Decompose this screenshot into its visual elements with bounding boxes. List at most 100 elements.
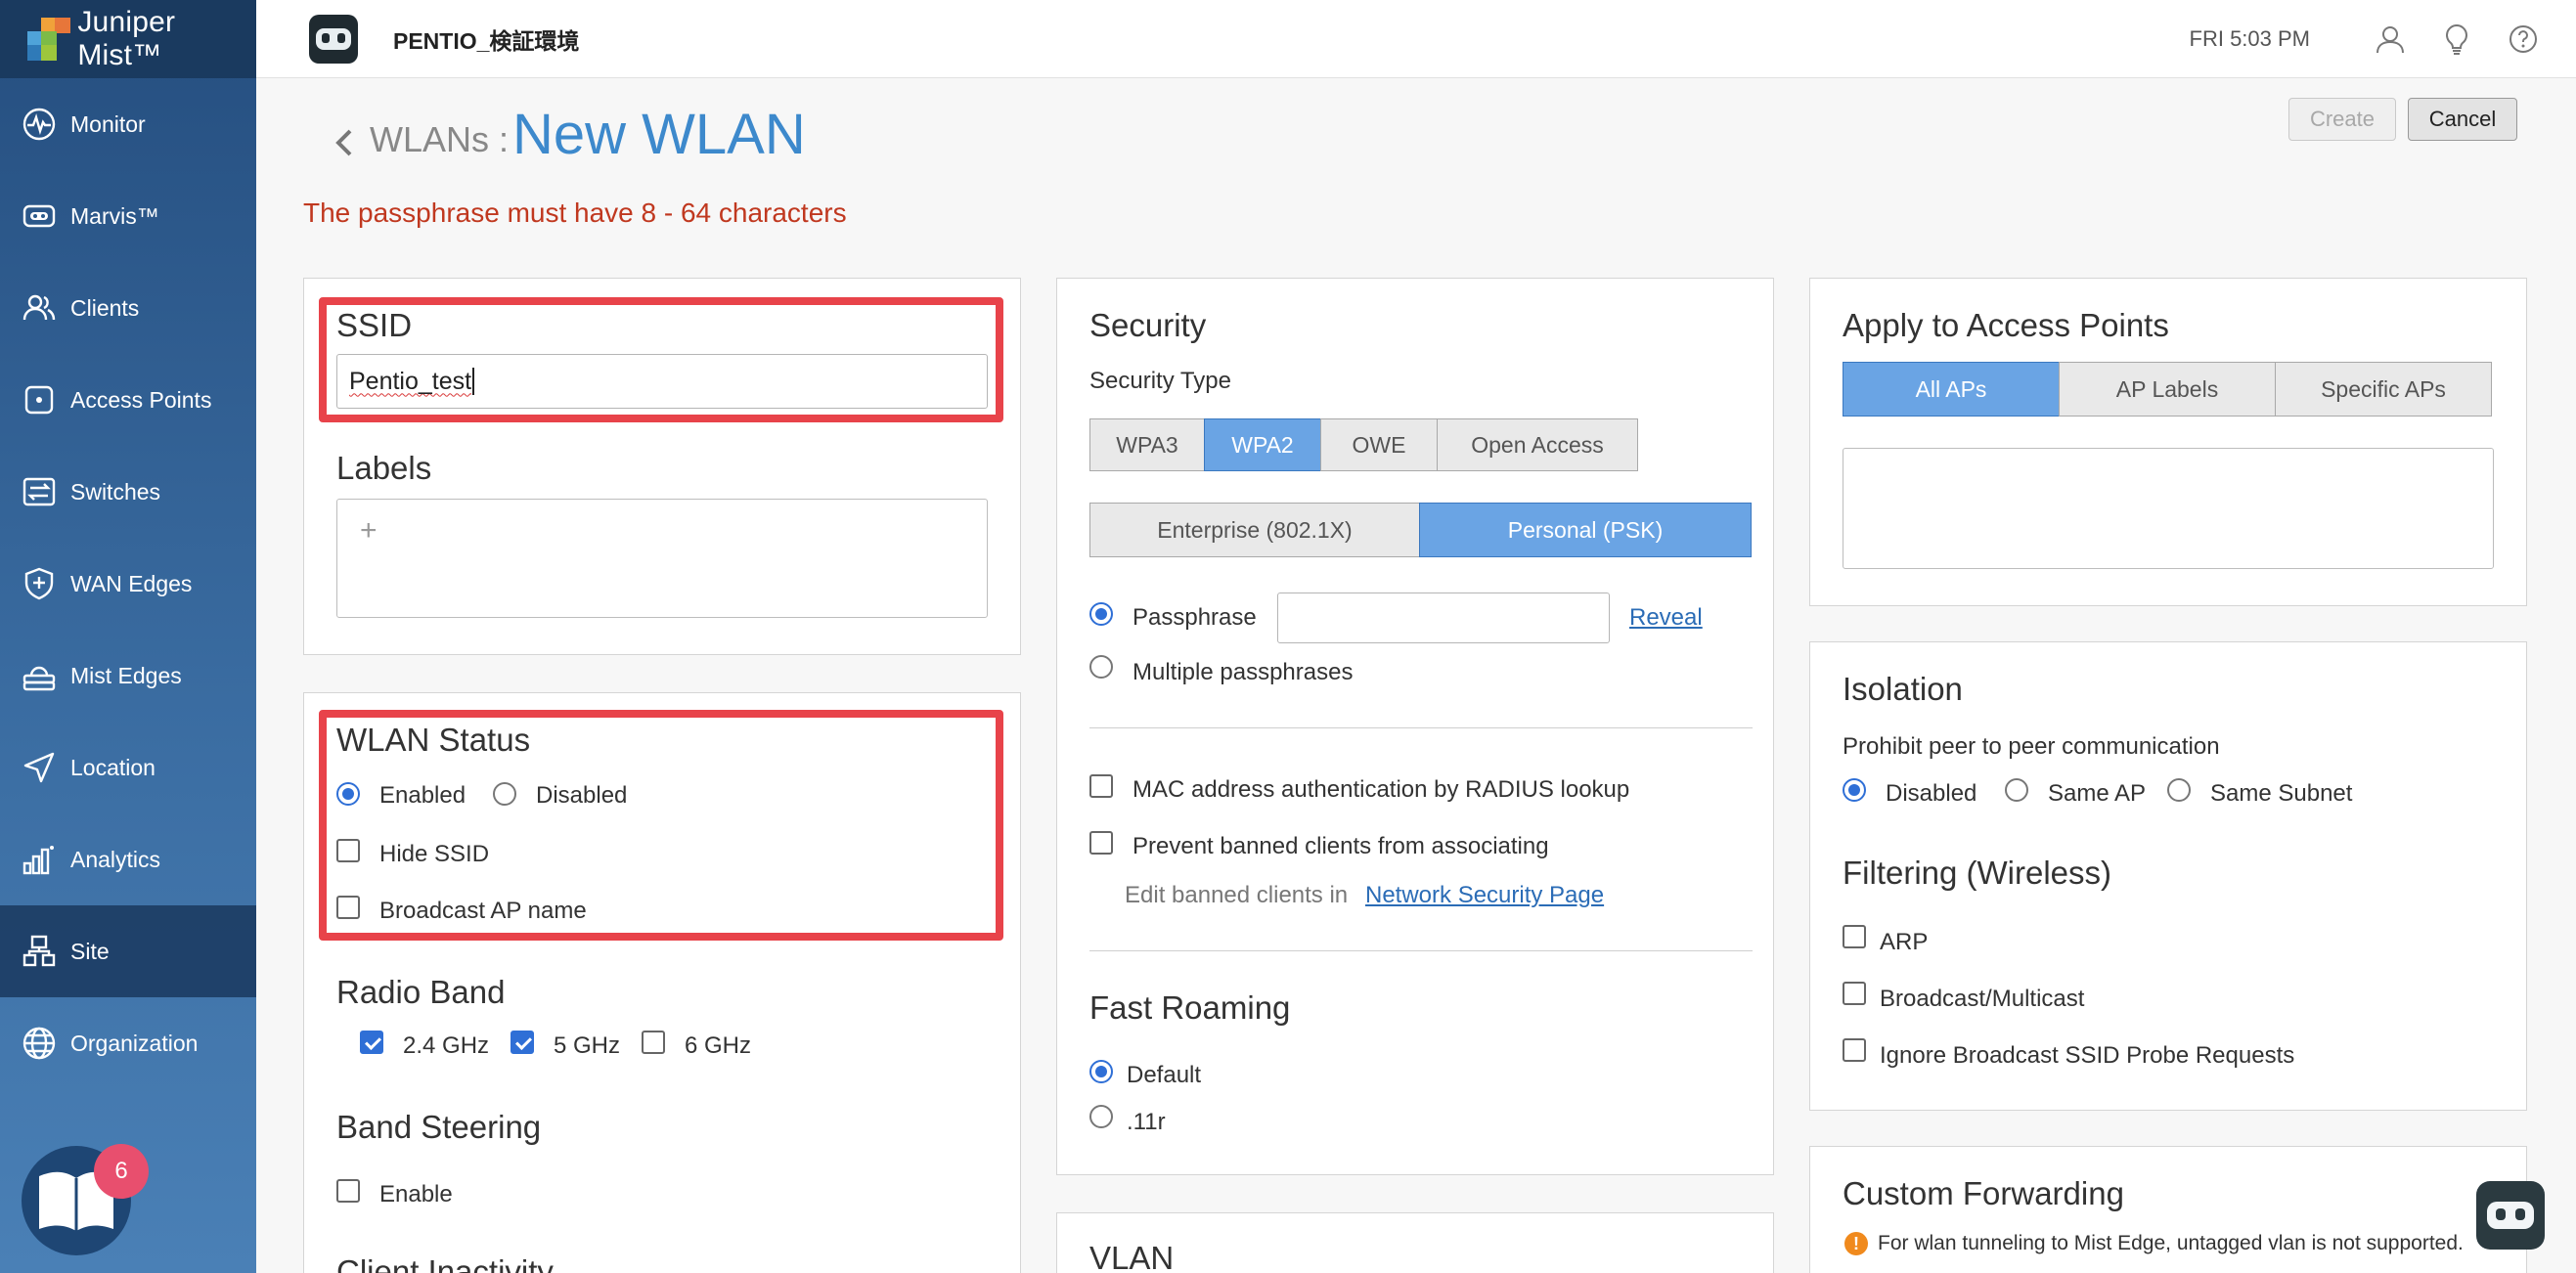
band-5-label: 5 GHz: [554, 1032, 621, 1059]
nav-analytics[interactable]: Analytics: [0, 813, 256, 905]
nav-clients[interactable]: Clients: [0, 262, 256, 354]
juniper-logo-icon: [27, 18, 70, 61]
apply-all-aps[interactable]: All APs: [1843, 362, 2060, 417]
custom-forwarding-heading: Custom Forwarding: [1843, 1175, 2124, 1211]
warning-icon: !: [1844, 1232, 1868, 1255]
help-question-icon[interactable]: [2506, 22, 2541, 57]
isolation-same-subnet-radio[interactable]: [2167, 778, 2191, 802]
security-type-wpa2[interactable]: WPA2: [1204, 418, 1321, 471]
chat-bot-icon: [2487, 1202, 2534, 1229]
status-disabled-radio[interactable]: [493, 782, 516, 806]
band-6-checkbox[interactable]: [642, 1031, 665, 1054]
location-arrow-icon: [20, 748, 59, 787]
marvis-chat-button[interactable]: [2476, 1181, 2545, 1250]
multiple-passphrases-radio[interactable]: [1089, 655, 1113, 679]
prevent-banned-checkbox[interactable]: [1089, 831, 1113, 855]
filter-ignore-probe-label: Ignore Broadcast SSID Probe Requests: [1880, 1042, 2295, 1069]
isolation-same-ap-label: Same AP: [2048, 780, 2147, 807]
marvis-icon: [20, 197, 59, 236]
band-6-label: 6 GHz: [685, 1032, 752, 1059]
apply-ap-labels[interactable]: AP Labels: [2059, 362, 2276, 417]
radio-band-heading: Radio Band: [336, 974, 506, 1010]
site-name[interactable]: PENTIO_検証環境: [393, 22, 579, 56]
nav-monitor[interactable]: Monitor: [0, 78, 256, 170]
hide-ssid-checkbox[interactable]: [336, 839, 360, 862]
apply-target-group: All APs AP Labels Specific APs: [1843, 362, 2492, 417]
band-24-checkbox[interactable]: [360, 1031, 383, 1054]
nav-wan-edges[interactable]: WAN Edges: [0, 538, 256, 630]
isolation-disabled-radio[interactable]: [1843, 778, 1866, 802]
security-heading: Security: [1089, 307, 1207, 343]
security-type-open[interactable]: Open Access: [1437, 418, 1638, 471]
nav-mist-edges[interactable]: Mist Edges: [0, 630, 256, 722]
analytics-bar-icon: [20, 840, 59, 879]
nav-organization[interactable]: Organization: [0, 997, 256, 1089]
nav-marvis[interactable]: Marvis™: [0, 170, 256, 262]
filter-broadcast-label: Broadcast/Multicast: [1880, 986, 2085, 1012]
divider: [1089, 727, 1753, 728]
brand-name: Juniper Mist™: [77, 6, 176, 71]
mac-auth-checkbox[interactable]: [1089, 774, 1113, 798]
back-chevron-icon[interactable]: [331, 123, 358, 162]
marvis-bot-icon[interactable]: [309, 14, 358, 64]
security-type-wpa3[interactable]: WPA3: [1089, 418, 1205, 471]
passphrase-radio[interactable]: [1089, 602, 1113, 626]
nav-access-points[interactable]: Access Points: [0, 354, 256, 446]
nav-label: Location: [70, 754, 155, 780]
create-button[interactable]: Create: [2288, 98, 2396, 141]
nav-label: Monitor: [70, 110, 146, 137]
wan-edge-icon: [20, 564, 59, 603]
isolation-disabled-label: Disabled: [1886, 780, 1977, 807]
filtering-heading: Filtering (Wireless): [1843, 855, 2112, 891]
notification-badge: 6: [94, 1144, 149, 1199]
mode-personal-psk[interactable]: Personal (PSK): [1419, 503, 1752, 557]
roaming-11r-label: .11r: [1127, 1109, 1166, 1135]
roaming-11r-radio[interactable]: [1089, 1105, 1113, 1128]
labels-box[interactable]: [336, 499, 988, 618]
security-mode-group: Enterprise (802.1X) Personal (PSK): [1089, 503, 1752, 557]
add-label-plus-icon[interactable]: +: [360, 514, 378, 548]
user-icon[interactable]: [2373, 22, 2408, 57]
custom-forwarding-note: For wlan tunneling to Mist Edge, untagge…: [1878, 1232, 2464, 1254]
roaming-default-radio[interactable]: [1089, 1060, 1113, 1083]
nav-label: Clients: [70, 294, 140, 321]
nav-switches[interactable]: Switches: [0, 446, 256, 538]
hide-ssid-label: Hide SSID: [379, 841, 490, 867]
security-type-owe[interactable]: OWE: [1320, 418, 1438, 471]
monitor-pulse-icon: [20, 105, 59, 144]
brand[interactable]: Juniper Mist™: [0, 0, 256, 78]
mode-enterprise[interactable]: Enterprise (802.1X): [1089, 503, 1420, 557]
nav-label: Site: [70, 938, 110, 964]
cancel-button[interactable]: Cancel: [2408, 98, 2517, 141]
nav-label: Marvis™: [70, 202, 159, 229]
broadcast-ap-label: Broadcast AP name: [379, 898, 587, 924]
passphrase-input[interactable]: [1277, 593, 1610, 643]
band-steering-checkbox[interactable]: [336, 1179, 360, 1203]
broadcast-ap-checkbox[interactable]: [336, 896, 360, 919]
nav-label: Analytics: [70, 846, 161, 872]
site-icon: [20, 932, 59, 971]
breadcrumb[interactable]: WLANs :: [370, 119, 509, 160]
mist-edge-icon: [20, 656, 59, 695]
filter-ignore-probe-checkbox[interactable]: [1843, 1038, 1866, 1062]
security-panel: [1056, 278, 1774, 1175]
sidebar: Juniper Mist™ Monitor Marvis™ Clients Ac…: [0, 0, 256, 1273]
filter-broadcast-checkbox[interactable]: [1843, 982, 1866, 1005]
status-enabled-radio[interactable]: [336, 782, 360, 806]
isolation-same-ap-radio[interactable]: [2005, 778, 2028, 802]
globe-icon: [20, 1024, 59, 1063]
access-point-icon: [20, 380, 59, 419]
band-5-checkbox[interactable]: [511, 1031, 534, 1054]
nav-location[interactable]: Location: [0, 722, 256, 813]
filter-arp-checkbox[interactable]: [1843, 925, 1866, 948]
reveal-link[interactable]: Reveal: [1629, 604, 1703, 632]
passphrase-label: Passphrase: [1133, 604, 1257, 631]
page-title: New WLAN: [512, 103, 806, 166]
band-steering-label: Enable: [379, 1181, 453, 1207]
network-security-link[interactable]: Network Security Page: [1365, 882, 1604, 909]
nav-site[interactable]: Site: [0, 905, 256, 997]
apply-specific-aps[interactable]: Specific APs: [2275, 362, 2492, 417]
error-message: The passphrase must have 8 - 64 characte…: [303, 198, 847, 228]
ap-selection-box[interactable]: [1843, 448, 2494, 569]
lightbulb-icon[interactable]: [2439, 22, 2474, 57]
